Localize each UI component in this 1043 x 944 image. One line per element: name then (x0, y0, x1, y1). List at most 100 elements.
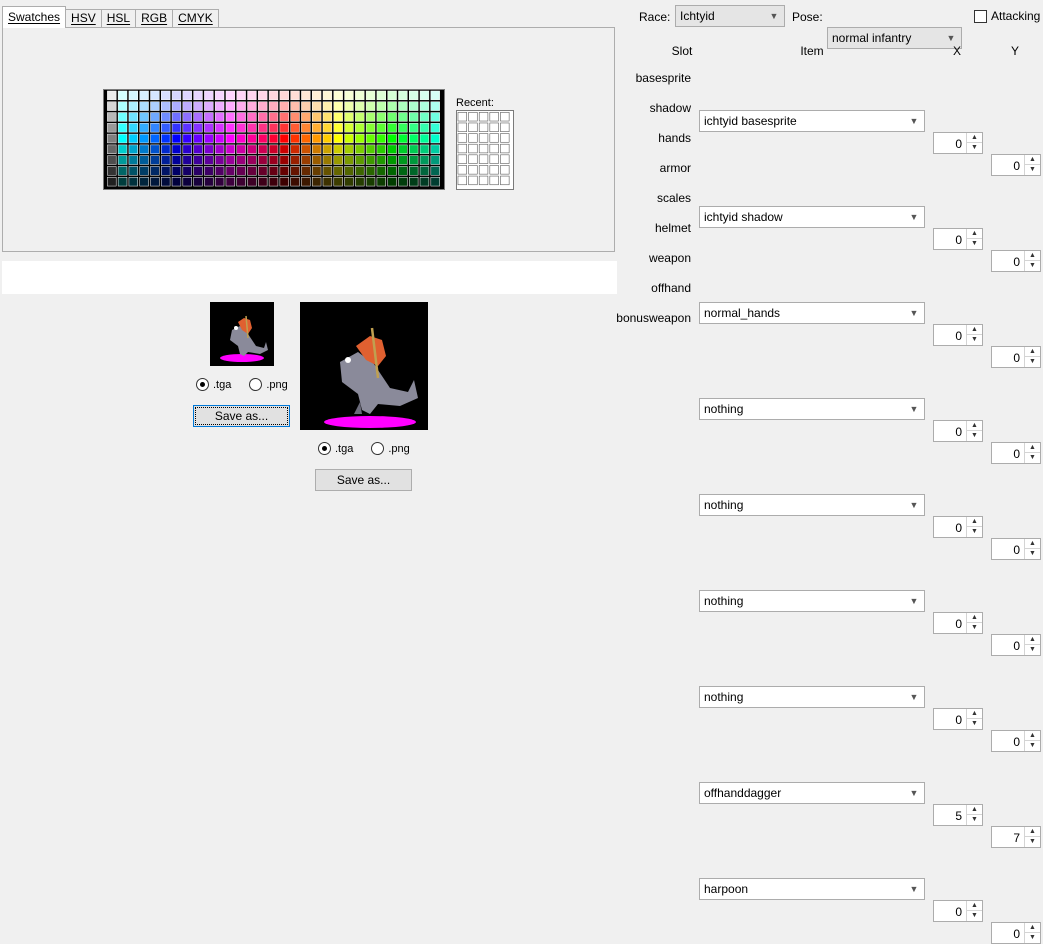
swatch-cell[interactable] (290, 144, 300, 154)
swatch-cell[interactable] (398, 166, 408, 176)
recent-swatch-cell[interactable] (457, 154, 467, 164)
swatch-cell[interactable] (409, 123, 419, 133)
swatch-cell[interactable] (387, 112, 397, 122)
tab-hsv[interactable]: HSV (65, 9, 102, 28)
swatch-cell[interactable] (214, 144, 225, 154)
swatch-cell[interactable] (322, 166, 333, 176)
swatch-cell[interactable] (279, 90, 289, 101)
swatch-cell[interactable] (161, 112, 171, 122)
checkbox-icon[interactable] (974, 9, 987, 23)
swatch-cell[interactable] (204, 133, 214, 144)
swatch-cell[interactable] (161, 101, 171, 111)
swatch-cell[interactable] (247, 166, 257, 176)
recent-swatch-cell[interactable] (457, 165, 467, 175)
arrow-up-icon[interactable]: ▲ (967, 901, 982, 911)
y-offset-spinbox[interactable]: 0 ▲ ▼ (991, 538, 1041, 560)
swatch-cell[interactable] (344, 123, 354, 133)
swatch-cell[interactable] (236, 123, 246, 133)
recent-swatch-cell[interactable] (500, 154, 510, 164)
swatch-cell[interactable] (236, 176, 246, 187)
swatch-cell[interactable] (171, 112, 182, 122)
swatch-cell[interactable] (150, 101, 160, 111)
recent-swatch-cell[interactable] (478, 122, 489, 132)
swatch-cell[interactable] (171, 123, 182, 133)
swatch-cell[interactable] (290, 112, 300, 122)
swatch-cell[interactable] (355, 101, 365, 111)
x-offset-spinbox[interactable]: 5 ▲ ▼ (933, 804, 983, 826)
swatch-cell[interactable] (387, 166, 397, 176)
swatch-cell[interactable] (355, 133, 365, 144)
recent-colors-grid[interactable] (456, 110, 514, 190)
radio-button-icon[interactable] (318, 442, 331, 455)
arrow-up-icon[interactable]: ▲ (967, 805, 982, 815)
swatch-cell[interactable] (150, 144, 160, 154)
swatch-cell[interactable] (333, 112, 343, 122)
swatch-cell[interactable] (161, 144, 171, 154)
arrow-down-icon[interactable]: ▼ (967, 143, 982, 153)
recent-swatch-cell[interactable] (489, 165, 499, 175)
swatch-cell[interactable] (182, 90, 192, 101)
swatch-cell[interactable] (225, 155, 236, 165)
swatch-cell[interactable] (301, 112, 311, 122)
x-offset-spinbox[interactable]: 0 ▲ ▼ (933, 612, 983, 634)
swatch-cell[interactable] (182, 112, 192, 122)
race-select[interactable]: Ichtyid ▼ (675, 5, 785, 27)
arrow-up-icon[interactable]: ▲ (1025, 827, 1040, 837)
swatch-cell[interactable] (355, 123, 365, 133)
y-offset-spinbox[interactable]: 0 ▲ ▼ (991, 346, 1041, 368)
recent-swatch-cell[interactable] (457, 133, 467, 143)
swatch-cell[interactable] (322, 144, 333, 154)
swatch-cell[interactable] (409, 144, 419, 154)
swatch-cell[interactable] (290, 101, 300, 111)
swatch-cell[interactable] (430, 144, 440, 154)
swatch-cell[interactable] (236, 101, 246, 111)
swatch-cell[interactable] (139, 155, 149, 165)
swatch-cell[interactable] (398, 112, 408, 122)
recent-swatch-cell[interactable] (500, 133, 510, 143)
swatch-cell[interactable] (387, 101, 397, 111)
swatch-cell[interactable] (430, 133, 440, 144)
swatch-cell[interactable] (409, 101, 419, 111)
swatch-cell[interactable] (419, 112, 430, 122)
swatch-cell[interactable] (150, 123, 160, 133)
swatch-cell[interactable] (279, 112, 289, 122)
swatch-cell[interactable] (419, 166, 430, 176)
x-offset-spinbox[interactable]: 0 ▲ ▼ (933, 708, 983, 730)
swatch-cell[interactable] (365, 133, 376, 144)
recent-swatch-cell[interactable] (489, 175, 499, 186)
swatch-cell[interactable] (365, 166, 376, 176)
swatch-cell[interactable] (150, 166, 160, 176)
swatch-cell[interactable] (311, 90, 322, 101)
swatch-cell[interactable] (333, 144, 343, 154)
swatch-cell[interactable] (193, 112, 203, 122)
swatch-cell[interactable] (247, 176, 257, 187)
swatch-cell[interactable] (344, 101, 354, 111)
item-select[interactable]: normal_hands ▼ (699, 302, 925, 324)
x-offset-spinbox[interactable]: 0 ▲ ▼ (933, 420, 983, 442)
swatch-cell[interactable] (236, 155, 246, 165)
recent-swatch-cell[interactable] (478, 112, 489, 122)
swatch-cell[interactable] (128, 123, 138, 133)
swatch-cell[interactable] (268, 133, 279, 144)
swatch-cell[interactable] (117, 144, 128, 154)
swatch-cell[interactable] (279, 123, 289, 133)
swatch-cell[interactable] (387, 155, 397, 165)
swatch-cell[interactable] (409, 176, 419, 187)
swatch-cell[interactable] (290, 176, 300, 187)
swatch-cell[interactable] (182, 133, 192, 144)
swatch-cell[interactable] (311, 101, 322, 111)
swatch-cell[interactable] (365, 112, 376, 122)
swatch-cell[interactable] (387, 123, 397, 133)
swatch-cell[interactable] (322, 90, 333, 101)
item-select[interactable]: ichtyid basesprite ▼ (699, 110, 925, 132)
swatch-cell[interactable] (387, 144, 397, 154)
swatch-cell[interactable] (268, 176, 279, 187)
arrow-down-icon[interactable]: ▼ (967, 527, 982, 537)
swatch-cell[interactable] (322, 176, 333, 187)
swatch-cell[interactable] (430, 155, 440, 165)
item-select[interactable]: nothing ▼ (699, 398, 925, 420)
swatch-cell[interactable] (161, 123, 171, 133)
radio-button-icon[interactable] (196, 378, 209, 391)
recent-swatch-cell[interactable] (500, 143, 510, 154)
swatch-cell[interactable] (355, 155, 365, 165)
